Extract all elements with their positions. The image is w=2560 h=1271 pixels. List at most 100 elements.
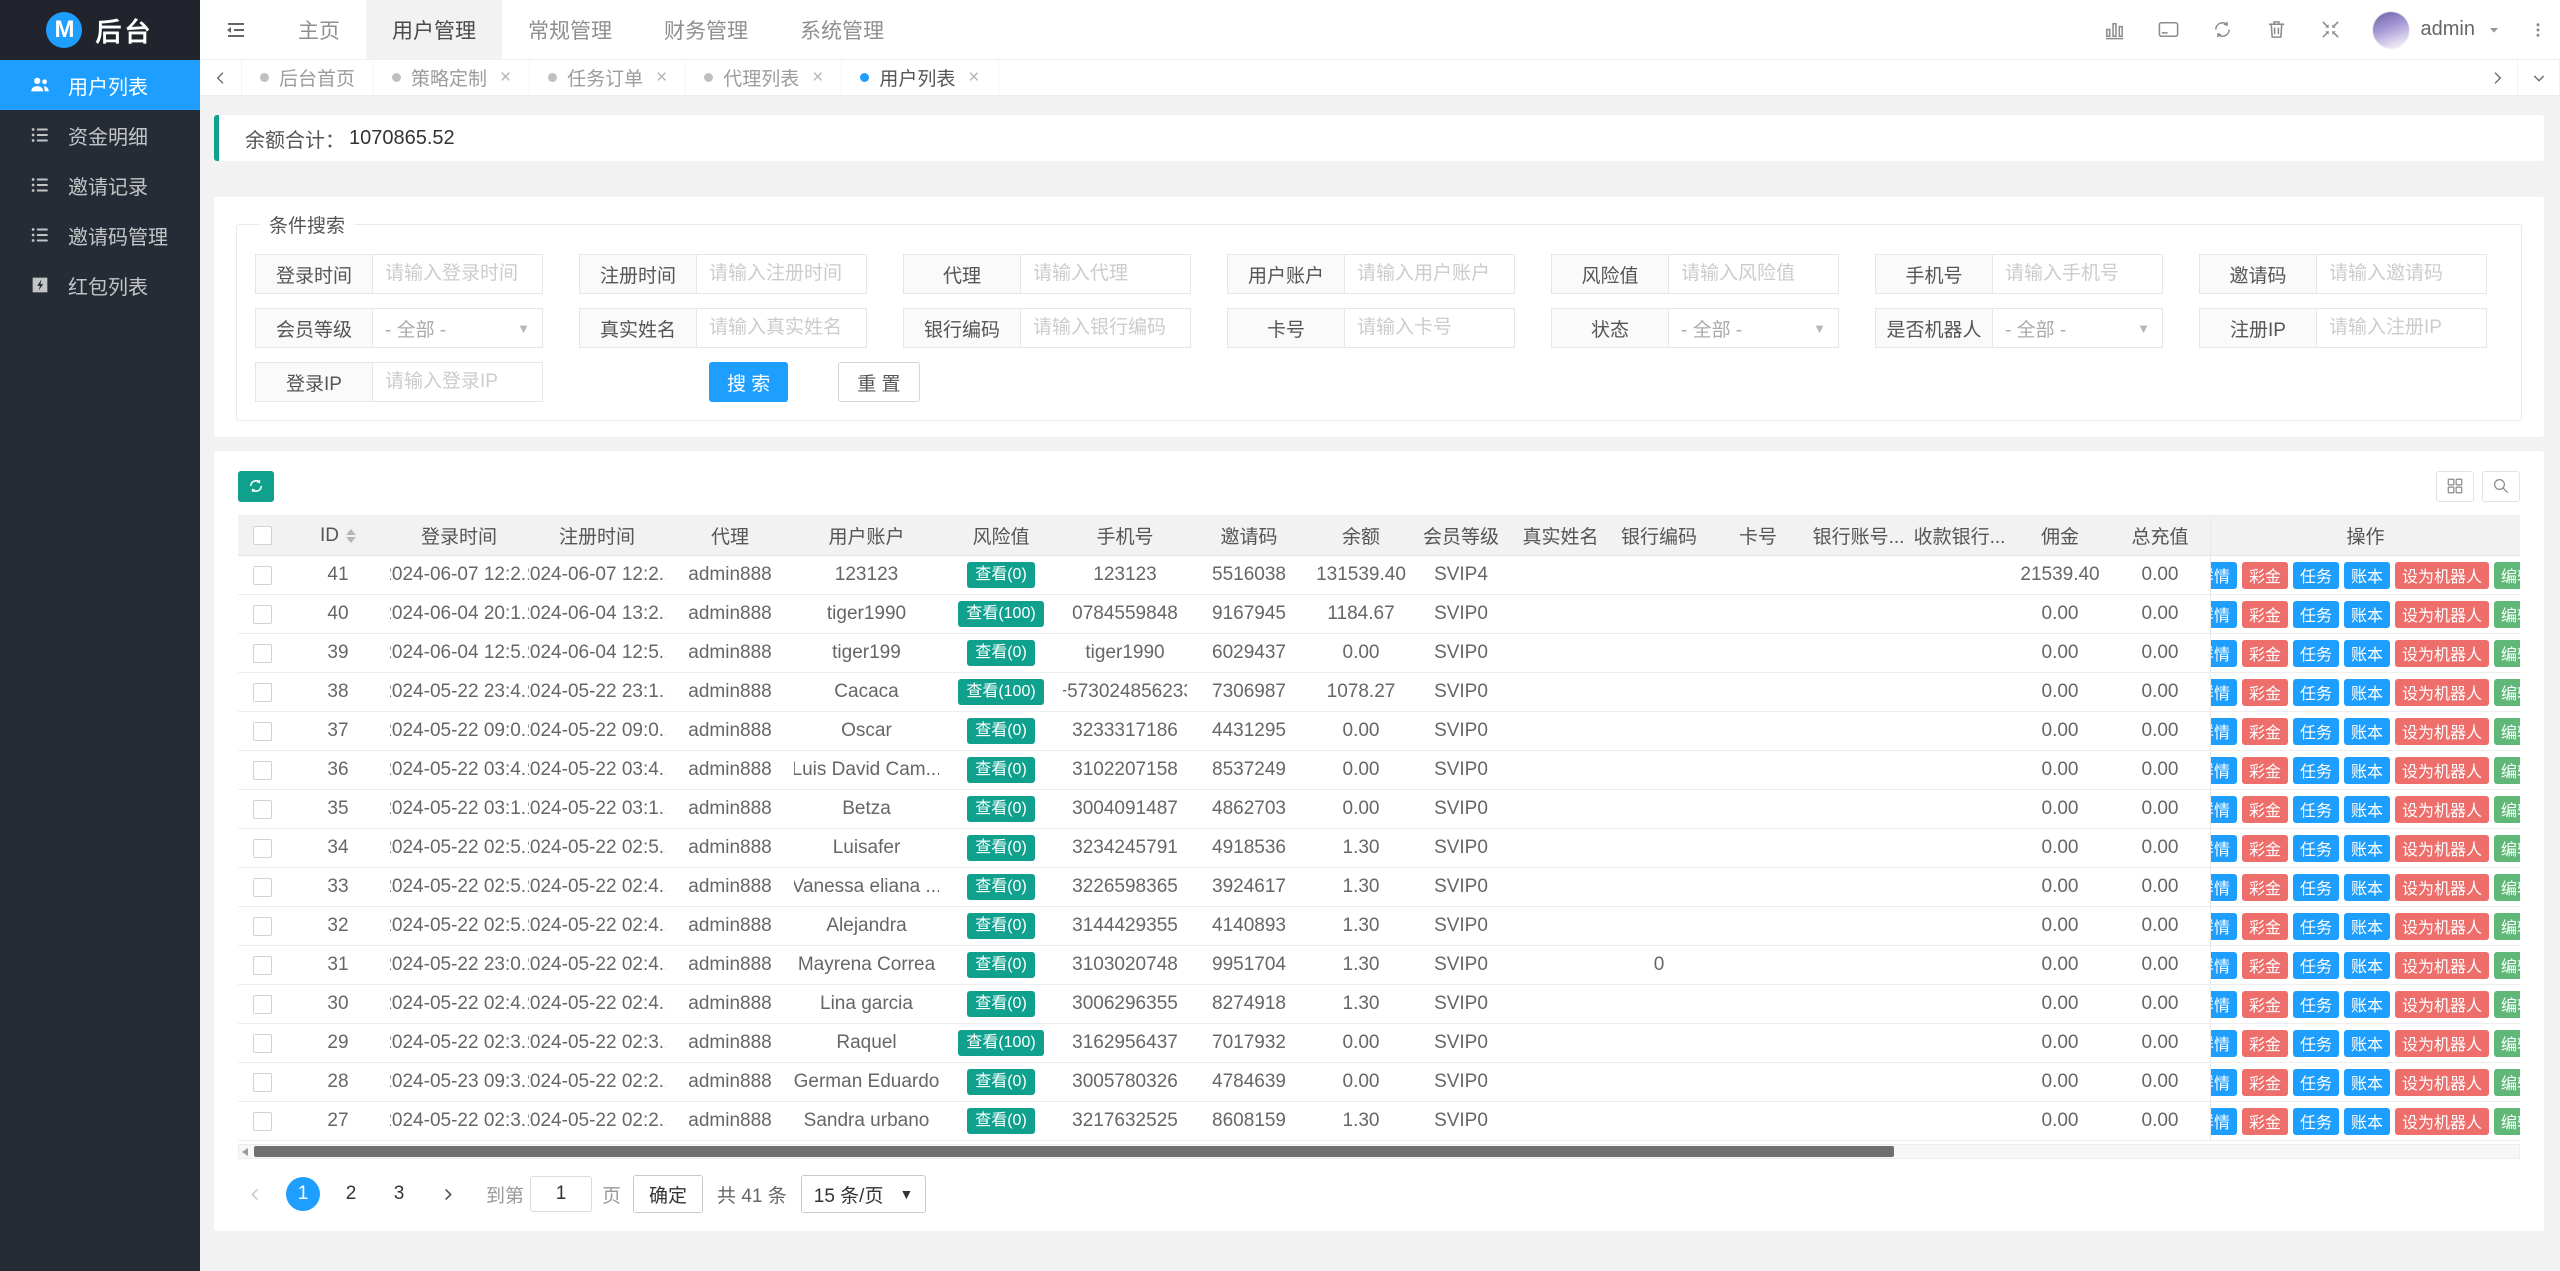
action-edit-button[interactable]: 编辑 [2494, 1029, 2520, 1057]
input-real-name[interactable] [697, 308, 867, 348]
risk-view-button[interactable]: 查看(0) [967, 718, 1035, 744]
action-ledger-button[interactable]: 账本 [2344, 717, 2391, 745]
action-task-button[interactable]: 任务 [2292, 561, 2339, 589]
action-bonus-button[interactable]: 彩金 [2241, 756, 2288, 784]
action-bonus-button[interactable]: 彩金 [2241, 1029, 2288, 1057]
action-ledger-button[interactable]: 账本 [2344, 600, 2391, 628]
table-refresh-button[interactable] [238, 470, 274, 502]
risk-view-button[interactable]: 查看(0) [967, 757, 1035, 783]
user-menu[interactable]: admin [2358, 10, 2516, 49]
sidebar-item-redpacket-list[interactable]: 红包列表 [0, 260, 200, 310]
risk-view-button[interactable]: 查看(100) [958, 601, 1044, 627]
pagination-next-icon[interactable] [430, 1177, 464, 1211]
goto-confirm-button[interactable]: 确定 [633, 1175, 704, 1213]
risk-view-button[interactable]: 查看(100) [958, 679, 1044, 705]
action-detail-button[interactable]: 详情 [2211, 639, 2237, 667]
risk-view-button[interactable]: 查看(0) [967, 874, 1035, 900]
action-edit-button[interactable]: 编辑 [2494, 795, 2520, 823]
action-ledger-button[interactable]: 账本 [2344, 834, 2391, 862]
sidebar-item-invite-code-manage[interactable]: 邀请码管理 [0, 210, 200, 260]
card-icon[interactable] [2142, 0, 2196, 60]
action-edit-button[interactable]: 编辑 [2494, 639, 2520, 667]
action-detail-button[interactable]: 详情 [2211, 873, 2237, 901]
action-detail-button[interactable]: 详情 [2211, 1107, 2237, 1135]
risk-view-button[interactable]: 查看(0) [967, 991, 1035, 1017]
input-user-account[interactable] [1345, 254, 1515, 294]
action-detail-button[interactable]: 详情 [2211, 756, 2237, 784]
action-ledger-button[interactable]: 账本 [2344, 1107, 2391, 1135]
zoom-search-icon[interactable] [2482, 470, 2520, 502]
tab-user-list[interactable]: 用户列表 × [842, 60, 999, 95]
row-checkbox[interactable] [252, 994, 272, 1014]
row-checkbox[interactable] [252, 1111, 272, 1131]
action-detail-button[interactable]: 详情 [2211, 912, 2237, 940]
action-set-robot-button[interactable]: 设为机器人 [2395, 1068, 2490, 1096]
refresh-icon[interactable] [2196, 0, 2250, 60]
tab-strategy[interactable]: 策略定制 × [374, 60, 531, 95]
action-set-robot-button[interactable]: 设为机器人 [2395, 756, 2490, 784]
row-checkbox[interactable] [252, 565, 272, 585]
action-set-robot-button[interactable]: 设为机器人 [2395, 912, 2490, 940]
action-set-robot-button[interactable]: 设为机器人 [2395, 600, 2490, 628]
input-risk[interactable] [1669, 254, 1839, 294]
search-button[interactable]: 搜 索 [709, 362, 789, 402]
input-bank-code[interactable] [1021, 308, 1191, 348]
page-size-select[interactable]: 15 条/页 ▼ [800, 1175, 927, 1213]
action-detail-button[interactable]: 详情 [2211, 1068, 2237, 1096]
action-bonus-button[interactable]: 彩金 [2241, 1068, 2288, 1096]
action-ledger-button[interactable]: 账本 [2344, 756, 2391, 784]
row-checkbox[interactable] [252, 955, 272, 975]
action-bonus-button[interactable]: 彩金 [2241, 717, 2288, 745]
nav-item-user-manage[interactable]: 用户管理 [366, 0, 502, 59]
risk-view-button[interactable]: 查看(0) [967, 796, 1035, 822]
action-task-button[interactable]: 任务 [2292, 756, 2339, 784]
tab-task-orders[interactable]: 任务订单 × [530, 60, 687, 95]
sidebar-item-invite-records[interactable]: 邀请记录 [0, 160, 200, 210]
sidebar-collapse-icon[interactable] [200, 0, 272, 59]
action-ledger-button[interactable]: 账本 [2344, 951, 2391, 979]
action-set-robot-button[interactable]: 设为机器人 [2395, 990, 2490, 1018]
trash-icon[interactable] [2250, 0, 2304, 60]
sidebar-item-user-list[interactable]: 用户列表 [0, 60, 200, 110]
page-button-2[interactable]: 2 [334, 1177, 368, 1211]
risk-view-button[interactable]: 查看(0) [967, 835, 1035, 861]
action-bonus-button[interactable]: 彩金 [2241, 912, 2288, 940]
nav-item-finance-manage[interactable]: 财务管理 [638, 0, 774, 59]
reset-button[interactable]: 重 置 [838, 362, 920, 402]
input-agent[interactable] [1021, 254, 1191, 294]
row-checkbox[interactable] [252, 1033, 272, 1053]
action-edit-button[interactable]: 编辑 [2494, 756, 2520, 784]
goto-page-input[interactable] [530, 1176, 593, 1212]
action-set-robot-button[interactable]: 设为机器人 [2395, 951, 2490, 979]
risk-view-button[interactable]: 查看(0) [967, 1108, 1035, 1134]
row-checkbox[interactable] [252, 838, 272, 858]
close-icon[interactable]: × [812, 68, 823, 87]
action-detail-button[interactable]: 详情 [2211, 834, 2237, 862]
nav-item-general-manage[interactable]: 常规管理 [502, 0, 638, 59]
tab-agent-list[interactable]: 代理列表 × [686, 60, 843, 95]
tab-dashboard[interactable]: 后台首页 [242, 60, 375, 95]
action-set-robot-button[interactable]: 设为机器人 [2395, 678, 2490, 706]
action-bonus-button[interactable]: 彩金 [2241, 561, 2288, 589]
action-ledger-button[interactable]: 账本 [2344, 1068, 2391, 1096]
row-checkbox[interactable] [252, 643, 272, 663]
action-task-button[interactable]: 任务 [2292, 795, 2339, 823]
select-member-level[interactable]: - 全部 - ▼ [373, 308, 543, 348]
columns-filter-icon[interactable] [2436, 470, 2474, 502]
action-task-button[interactable]: 任务 [2292, 717, 2339, 745]
action-edit-button[interactable]: 编辑 [2494, 600, 2520, 628]
sidebar-item-funds-detail[interactable]: 资金明细 [0, 110, 200, 160]
select-is-robot[interactable]: - 全部 - ▼ [1993, 308, 2163, 348]
input-reg-ip[interactable] [2317, 308, 2487, 348]
risk-view-button[interactable]: 查看(0) [967, 952, 1035, 978]
action-edit-button[interactable]: 编辑 [2494, 912, 2520, 940]
close-icon[interactable]: × [500, 68, 511, 87]
nav-item-system-manage[interactable]: 系统管理 [774, 0, 910, 59]
input-phone[interactable] [1993, 254, 2163, 294]
action-bonus-button[interactable]: 彩金 [2241, 678, 2288, 706]
action-task-button[interactable]: 任务 [2292, 951, 2339, 979]
select-all-checkbox[interactable] [252, 526, 272, 545]
action-edit-button[interactable]: 编辑 [2494, 834, 2520, 862]
action-task-button[interactable]: 任务 [2292, 600, 2339, 628]
action-set-robot-button[interactable]: 设为机器人 [2395, 873, 2490, 901]
